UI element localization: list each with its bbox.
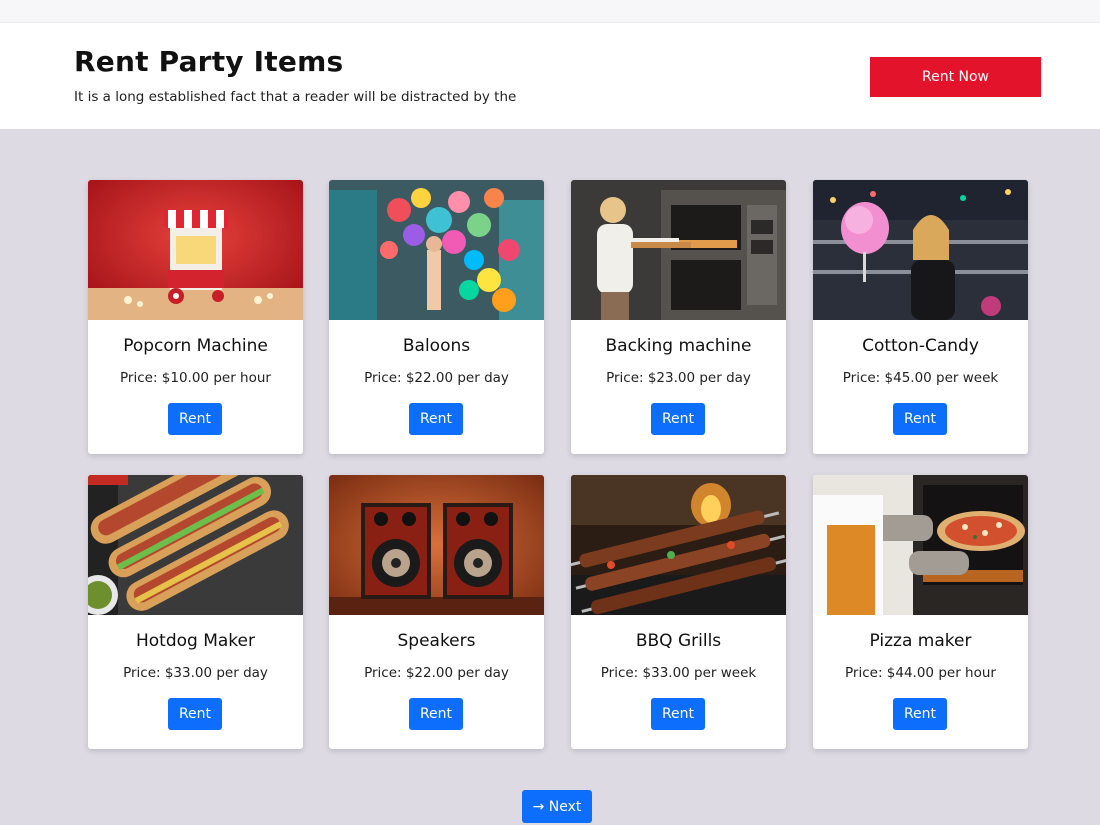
- bbq-grills-image: [571, 475, 786, 615]
- rent-button[interactable]: Rent: [651, 698, 705, 730]
- rent-button[interactable]: Rent: [409, 403, 463, 435]
- product-price: Price: $22.00 per day: [364, 665, 509, 681]
- product-name: Popcorn Machine: [123, 336, 268, 356]
- product-card-pizza-maker: Pizza maker Price: $44.00 per hour Rent: [813, 475, 1028, 749]
- product-price: Price: $33.00 per week: [600, 665, 757, 681]
- product-name: Speakers: [397, 631, 476, 651]
- product-name: Hotdog Maker: [135, 631, 255, 651]
- product-name: Pizza maker: [869, 631, 972, 651]
- product-card-popcorn-machine: Popcorn Machine Price: $10.00 per hour R…: [88, 180, 303, 454]
- product-card-cotton-candy: Cotton-Candy Price: $45.00 per week Rent: [813, 180, 1028, 454]
- product-price: Price: $10.00 per hour: [120, 370, 271, 386]
- product-card-bbq-grills: BBQ Grills Price: $33.00 per week Rent: [571, 475, 786, 749]
- cotton-candy-image: [813, 180, 1028, 320]
- product-price: Price: $45.00 per week: [842, 370, 999, 386]
- top-strip: [0, 0, 1100, 22]
- rent-button[interactable]: Rent: [168, 403, 222, 435]
- hero-subtitle: It is a long established fact that a rea…: [74, 89, 517, 105]
- product-card-baloons: Baloons Price: $22.00 per day Rent: [329, 180, 544, 454]
- rent-button[interactable]: Rent: [651, 403, 705, 435]
- rent-button[interactable]: Rent: [409, 698, 463, 730]
- hotdog-maker-image: [88, 475, 303, 615]
- popcorn-machine-image: [88, 180, 303, 320]
- rent-now-button[interactable]: Rent Now: [870, 57, 1041, 97]
- rent-button[interactable]: Rent: [893, 698, 947, 730]
- baking-machine-image: [571, 180, 786, 320]
- product-price: Price: $23.00 per day: [606, 370, 751, 386]
- pizza-maker-image: [813, 475, 1028, 615]
- page-title: Rent Party Items: [74, 45, 344, 78]
- balloons-image: [329, 180, 544, 320]
- product-name: Backing machine: [605, 336, 752, 356]
- rent-button[interactable]: Rent: [893, 403, 947, 435]
- rent-button[interactable]: Rent: [168, 698, 222, 730]
- product-price: Price: $44.00 per hour: [845, 665, 996, 681]
- product-name: Cotton-Candy: [862, 336, 979, 356]
- product-price: Price: $22.00 per day: [364, 370, 509, 386]
- product-name: Baloons: [402, 336, 471, 356]
- product-card-speakers: Speakers Price: $22.00 per day Rent: [329, 475, 544, 749]
- product-card-backing-machine: Backing machine Price: $23.00 per day Re…: [571, 180, 786, 454]
- hero-banner: Rent Party Items It is a long establishe…: [0, 22, 1100, 129]
- product-name: BBQ Grills: [635, 631, 722, 651]
- product-card-hotdog-maker: Hotdog Maker Price: $33.00 per day Rent: [88, 475, 303, 749]
- product-price: Price: $33.00 per day: [123, 665, 268, 681]
- next-page-button[interactable]: → Next: [522, 790, 592, 823]
- speakers-image: [329, 475, 544, 615]
